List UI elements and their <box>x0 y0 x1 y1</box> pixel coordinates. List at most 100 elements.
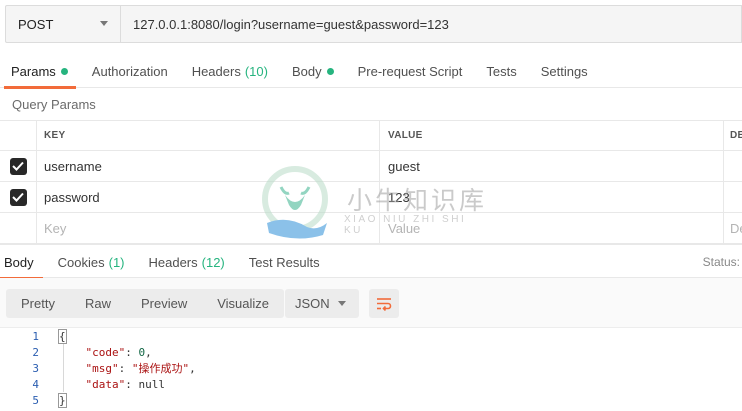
wrap-lines-button[interactable] <box>369 289 399 318</box>
row-check-cell <box>0 213 37 243</box>
code-text: } <box>58 392 67 408</box>
code-line: 5 } <box>0 392 742 408</box>
tab-label: Tests <box>486 63 517 79</box>
row-check-cell <box>0 182 37 212</box>
status-dot-icon <box>60 67 68 75</box>
code-text: "code": 0, <box>85 345 152 359</box>
new-key-input[interactable]: Key <box>37 213 380 243</box>
tab-count: (10) <box>244 63 268 79</box>
check-icon <box>12 192 24 202</box>
param-key-field[interactable]: username <box>37 151 380 181</box>
tab-response-headers[interactable]: Headers (12) <box>137 245 237 279</box>
tab-response-body[interactable]: Body <box>0 245 46 280</box>
tab-test-results[interactable]: Test Results <box>237 245 332 279</box>
new-value-input[interactable]: Value <box>380 213 724 243</box>
table-row: username guest <box>0 151 742 182</box>
tab-body[interactable]: Body <box>280 54 346 88</box>
json-string: "操作成功" <box>131 362 190 375</box>
view-mode-group: Pretty Raw Preview Visualize <box>6 289 285 318</box>
code-line: 1 { <box>0 328 742 344</box>
json-key: "code" <box>85 345 126 359</box>
status-dot-icon <box>326 67 334 75</box>
method-select[interactable]: POST <box>5 5 121 43</box>
new-description-input[interactable]: De <box>724 213 742 243</box>
view-pretty-button[interactable]: Pretty <box>6 289 70 318</box>
json-number: 0 <box>138 345 146 359</box>
response-toolbar: Pretty Raw Preview Visualize JSON <box>0 278 742 328</box>
param-key: username <box>44 158 102 174</box>
param-description-field[interactable] <box>724 182 742 212</box>
url-input[interactable]: 127.0.0.1:8080/login?username=guest&pass… <box>121 5 742 43</box>
format-select[interactable]: JSON <box>285 289 359 318</box>
row-checkbox[interactable] <box>9 188 27 206</box>
tab-tests[interactable]: Tests <box>474 54 528 88</box>
key-placeholder: Key <box>44 220 67 236</box>
request-tabs: Params Authorization Headers (10) Body P… <box>0 54 742 89</box>
close-brace: } <box>58 392 67 408</box>
code-line: 4 "data": null <box>0 376 742 392</box>
table-header: KEY VALUE DE <box>0 120 742 151</box>
tab-count: (1) <box>108 254 125 270</box>
status-label: Status: <box>702 255 740 269</box>
tab-cookies[interactable]: Cookies (1) <box>46 245 137 279</box>
param-description-field[interactable] <box>724 151 742 181</box>
code-text: "msg": "操作成功", <box>85 362 196 375</box>
tab-settings[interactable]: Settings <box>529 54 600 88</box>
table-row-new: Key Value De <box>0 213 742 244</box>
tab-label: Headers <box>148 254 198 270</box>
tab-label: Authorization <box>91 63 168 79</box>
param-value-field[interactable]: 123 <box>380 182 724 212</box>
chevron-down-icon <box>100 21 108 26</box>
tab-label: Cookies <box>57 254 105 270</box>
tab-count: (12) <box>201 254 225 270</box>
code-line: 3 "msg": "操作成功", <box>0 360 742 376</box>
description-placeholder: De <box>730 220 742 236</box>
tab-headers[interactable]: Headers (10) <box>180 54 280 88</box>
query-params-title: Query Params <box>12 97 96 112</box>
tab-label: Body <box>291 63 322 79</box>
column-header-value: VALUE <box>380 121 724 150</box>
tab-params[interactable]: Params <box>0 54 80 89</box>
chevron-down-icon <box>338 301 346 306</box>
param-value-field[interactable]: guest <box>380 151 724 181</box>
tab-label: Pre-request Script <box>357 63 463 79</box>
header-check-cell <box>0 121 37 150</box>
params-table: KEY VALUE DE username guest password 123… <box>0 120 742 244</box>
param-key: password <box>44 189 100 205</box>
tab-pre-request-script[interactable]: Pre-request Script <box>346 54 475 88</box>
tab-label: Settings <box>540 63 588 79</box>
tab-label: Params <box>11 63 56 79</box>
check-icon <box>12 161 24 171</box>
url-text: 127.0.0.1:8080/login?username=guest&pass… <box>133 16 449 32</box>
wrap-lines-icon <box>377 297 392 311</box>
table-row: password 123 <box>0 182 742 213</box>
tab-authorization[interactable]: Authorization <box>80 54 180 88</box>
row-check-cell <box>0 151 37 181</box>
param-value: guest <box>388 158 420 174</box>
line-number: 2 <box>32 345 39 359</box>
method-label: POST <box>18 16 54 32</box>
response-tabs: Body Cookies (1) Headers (12) Test Resul… <box>0 244 742 280</box>
json-key: "msg" <box>85 362 119 375</box>
code-text: { <box>58 328 67 344</box>
open-brace: { <box>58 328 67 344</box>
tab-label: Headers <box>191 63 241 79</box>
value-placeholder: Value <box>388 220 421 236</box>
line-number: 3 <box>32 361 39 375</box>
json-null: null <box>138 377 166 391</box>
view-visualize-button[interactable]: Visualize <box>202 289 284 318</box>
param-value: 123 <box>388 189 410 205</box>
line-number: 4 <box>32 377 39 391</box>
param-key-field[interactable]: password <box>37 182 380 212</box>
tab-label: Body <box>4 254 34 270</box>
row-checkbox[interactable] <box>9 157 27 175</box>
format-label: JSON <box>295 296 330 311</box>
line-number: 1 <box>32 329 39 343</box>
view-raw-button[interactable]: Raw <box>70 289 126 318</box>
view-preview-button[interactable]: Preview <box>126 289 202 318</box>
response-body-editor[interactable]: 1 { 2 "code": 0, 3 "msg": "操作成功", 4 "dat… <box>0 328 742 411</box>
column-header-key: KEY <box>37 121 380 150</box>
code-line: 2 "code": 0, <box>0 344 742 360</box>
json-key: "data" <box>85 377 126 391</box>
tab-label: Test Results <box>248 254 320 270</box>
